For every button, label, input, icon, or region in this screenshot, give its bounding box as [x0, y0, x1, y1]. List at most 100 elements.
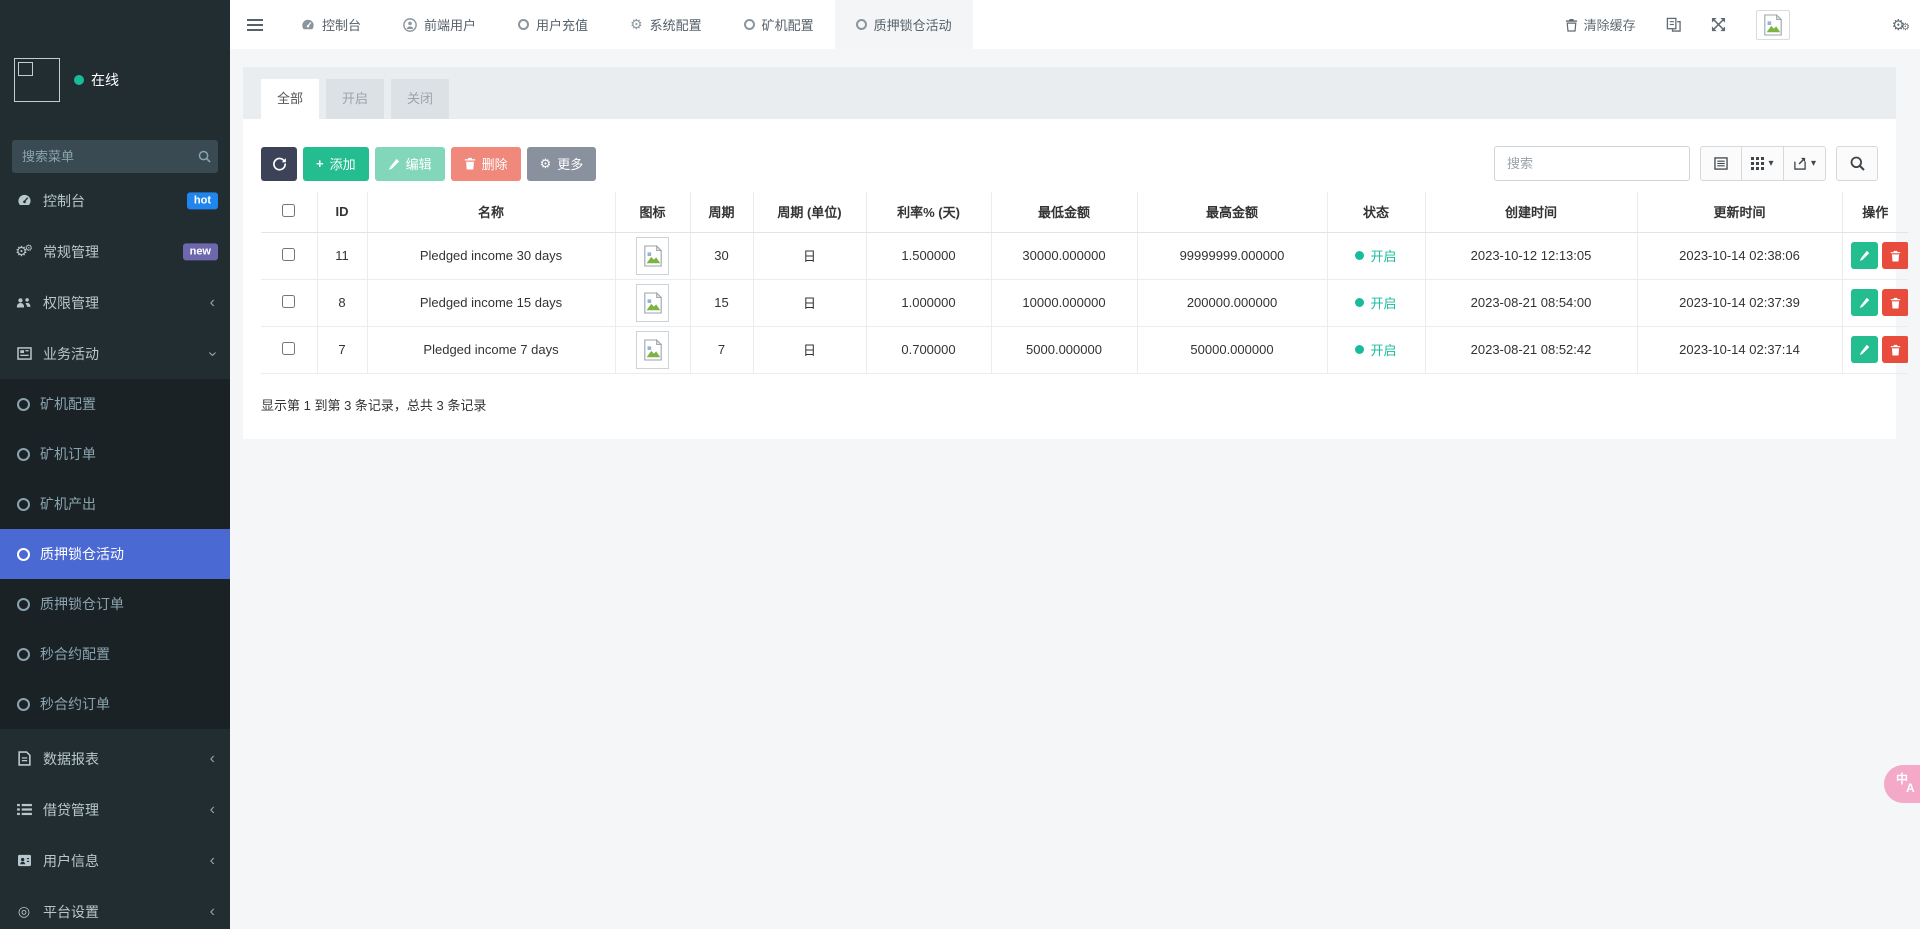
tab-console[interactable]: 控制台 [280, 0, 382, 49]
tab-user-recharge[interactable]: 用户充值 [497, 0, 609, 49]
settings-gears-icon[interactable]: ⚙⚙ [1892, 16, 1906, 34]
circle-icon [17, 598, 30, 611]
row-edit-button[interactable] [1851, 336, 1878, 363]
tab-frontend-users[interactable]: 前端用户 [382, 0, 497, 49]
column-header-status[interactable]: 状态 [1327, 192, 1425, 232]
cell-min-amount: 10000.000000 [991, 279, 1137, 326]
refresh-button[interactable] [261, 147, 297, 181]
sidebar-item-label: 借贷管理 [43, 800, 99, 820]
row-delete-button[interactable] [1882, 336, 1909, 363]
column-header-period[interactable]: 周期 [690, 192, 753, 232]
column-header-max-amount[interactable]: 最高金额 [1137, 192, 1327, 232]
broken-image-icon [1763, 14, 1783, 36]
select-all-checkbox[interactable] [282, 204, 295, 217]
column-header-created[interactable]: 创建时间 [1425, 192, 1637, 232]
search-icon[interactable] [198, 150, 211, 163]
sidebar-toggle-button[interactable] [230, 0, 280, 49]
status-dot-icon [1355, 298, 1364, 307]
pledge-activity-panel: 全部 开启 关闭 + 添加 编辑 删除 [243, 67, 1896, 439]
toggle-view-button[interactable] [1700, 146, 1742, 181]
tab-system-config[interactable]: ⚙ 系统配置 [609, 0, 723, 49]
tab-miner-config[interactable]: 矿机配置 [723, 0, 835, 49]
delete-button[interactable]: 删除 [451, 147, 521, 181]
translate-float-button[interactable]: 中 A [1884, 765, 1920, 803]
status-badge: 开启 [1355, 246, 1396, 265]
column-header-min-amount[interactable]: 最低金额 [991, 192, 1137, 232]
column-header-updated[interactable]: 更新时间 [1637, 192, 1842, 232]
table-row[interactable]: 8 Pledged income 15 days 15 日 1.000000 1… [261, 279, 1908, 326]
table-row[interactable]: 11 Pledged income 30 days 30 日 1.500000 … [261, 232, 1908, 279]
sidebar-item-miner-orders[interactable]: 矿机订单 [0, 429, 230, 479]
search-icon [1850, 156, 1865, 171]
sidebar-item-platform-settings[interactable]: ◎ 平台设置 ‹ [0, 886, 230, 929]
column-header-actions[interactable]: 操作 [1842, 192, 1908, 232]
tab-label: 前端用户 [424, 15, 476, 34]
row-delete-button[interactable] [1882, 289, 1909, 316]
sidebar-item-loans[interactable]: 借贷管理 ‹ [0, 784, 230, 835]
more-button[interactable]: ⚙ 更多 [527, 147, 597, 181]
cell-updated: 2023-10-14 02:37:14 [1637, 326, 1842, 373]
panel-body: + 添加 编辑 删除 ⚙ 更多 [243, 119, 1896, 439]
column-header-id[interactable]: ID [317, 192, 367, 232]
tab-label: 系统配置 [650, 15, 702, 34]
tab-label: 控制台 [322, 15, 361, 34]
sidebar-item-pledge-activity[interactable]: 质押锁仓活动 [0, 529, 230, 579]
language-icon[interactable] [1666, 17, 1681, 32]
sidebar-menu: 控制台 hot ⚙⚙ 常规管理 new 权限管理 ‹ 业务活动 ‹ 矿机配置 矿… [0, 175, 230, 929]
cell-rate: 0.700000 [866, 326, 991, 373]
column-header-rate[interactable]: 利率% (天) [866, 192, 991, 232]
circle-icon [518, 19, 529, 30]
sidebar-item-miner-config[interactable]: 矿机配置 [0, 379, 230, 429]
row-checkbox[interactable] [282, 342, 295, 355]
sidebar-item-user-info[interactable]: 用户信息 ‹ [0, 835, 230, 886]
cell-min-amount: 5000.000000 [991, 326, 1137, 373]
row-delete-button[interactable] [1882, 242, 1909, 269]
chevron-left-icon: ‹ [210, 802, 215, 818]
cell-period: 30 [690, 232, 753, 279]
fullscreen-icon[interactable] [1711, 17, 1726, 32]
sidebar-item-contract-config[interactable]: 秒合约配置 [0, 629, 230, 679]
tab-pledge-activity[interactable]: 质押锁仓活动 [835, 0, 973, 49]
export-button[interactable]: ▾ [1784, 146, 1826, 181]
cell-created: 2023-08-21 08:52:42 [1425, 326, 1637, 373]
sidebar-item-reports[interactable]: 数据报表 ‹ [0, 733, 230, 784]
row-checkbox[interactable] [282, 295, 295, 308]
cell-period: 15 [690, 279, 753, 326]
clear-cache-button[interactable]: 清除缓存 [1565, 15, 1636, 34]
column-header-name[interactable]: 名称 [367, 192, 615, 232]
add-label: 添加 [330, 154, 356, 173]
sidebar-item-label: 数据报表 [43, 749, 99, 769]
sidebar-item-pledge-orders[interactable]: 质押锁仓订单 [0, 579, 230, 629]
menu-search-input[interactable] [22, 149, 198, 164]
circle-icon [744, 19, 755, 30]
main-content: 全部 开启 关闭 + 添加 编辑 删除 [230, 0, 1920, 439]
toolbar-right: ▾ ▾ [1494, 146, 1878, 181]
gauge-icon [14, 193, 34, 208]
table-row[interactable]: 7 Pledged income 7 days 7 日 0.700000 500… [261, 326, 1908, 373]
chevron-left-icon: ‹ [210, 751, 215, 767]
sidebar-item-business[interactable]: 业务活动 ‹ [0, 328, 230, 379]
filter-tab-open[interactable]: 开启 [326, 79, 384, 119]
columns-button[interactable]: ▾ [1742, 146, 1784, 181]
sidebar-item-miner-output[interactable]: 矿机产出 [0, 479, 230, 529]
user-avatar[interactable] [1756, 10, 1790, 40]
column-header-icon[interactable]: 图标 [615, 192, 690, 232]
filter-tab-all[interactable]: 全部 [261, 79, 319, 119]
filter-tab-closed[interactable]: 关闭 [391, 79, 449, 119]
column-header-period-unit[interactable]: 周期 (单位) [753, 192, 866, 232]
sidebar-item-general[interactable]: ⚙⚙ 常规管理 new [0, 226, 230, 277]
pledge-activity-table: ID 名称 图标 周期 周期 (单位) 利率% (天) 最低金额 最高金额 状态… [261, 192, 1908, 374]
sidebar-item-permissions[interactable]: 权限管理 ‹ [0, 277, 230, 328]
sidebar-item-console[interactable]: 控制台 hot [0, 175, 230, 226]
row-edit-button[interactable] [1851, 242, 1878, 269]
search-toggle-button[interactable] [1836, 146, 1878, 181]
sidebar-item-label: 权限管理 [43, 293, 99, 313]
table-search-input[interactable] [1494, 146, 1690, 181]
submenu-label: 矿机订单 [40, 444, 96, 464]
row-edit-button[interactable] [1851, 289, 1878, 316]
edit-button[interactable]: 编辑 [375, 147, 445, 181]
sidebar-item-contract-orders[interactable]: 秒合约订单 [0, 679, 230, 729]
row-checkbox[interactable] [282, 248, 295, 261]
trash-icon [1890, 344, 1901, 356]
add-button[interactable]: + 添加 [303, 147, 369, 181]
